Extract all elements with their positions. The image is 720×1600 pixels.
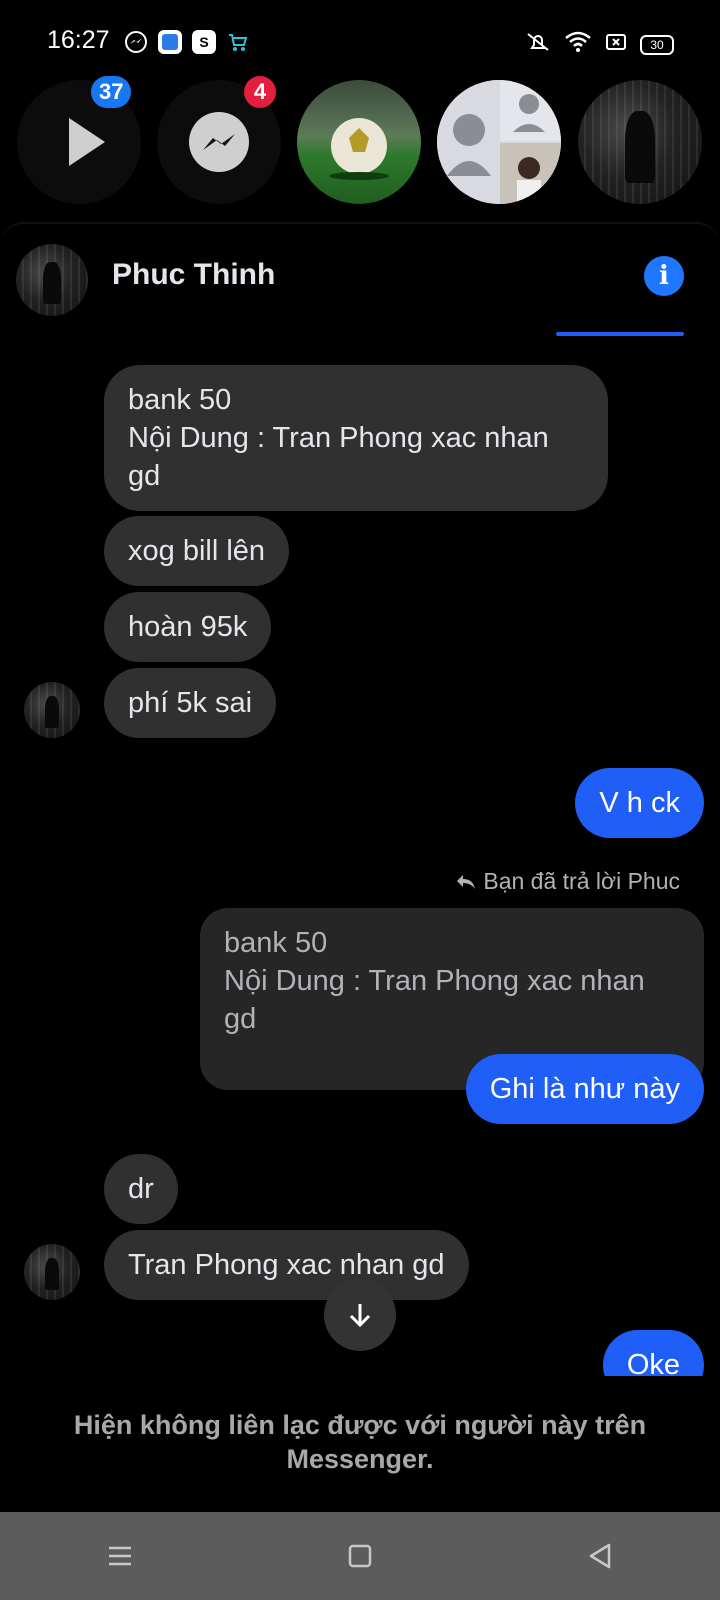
menu-icon (109, 1546, 131, 1566)
navigation-bar (0, 1512, 720, 1600)
watch-badge: 37 (91, 76, 132, 108)
arrow-down-icon (349, 1304, 371, 1328)
blue-app-icon (158, 30, 182, 54)
wifi-icon (564, 30, 592, 59)
message-outgoing[interactable]: Ghi là như này (465, 1054, 704, 1124)
message-outgoing[interactable]: V h ck (575, 768, 704, 838)
back-icon (589, 1543, 611, 1569)
contact-head[interactable] (578, 80, 702, 204)
info-icon: i (659, 261, 669, 291)
home-icon (348, 1544, 372, 1568)
menu-button[interactable] (90, 1526, 150, 1586)
football-image (329, 118, 389, 180)
group-avatar-image (437, 80, 561, 204)
message-incoming[interactable]: hoàn 95k (104, 592, 272, 662)
message-incoming[interactable]: xog bill lên (104, 516, 290, 586)
scroll-indicator (556, 332, 684, 336)
info-button[interactable]: i (644, 256, 684, 296)
sender-avatar[interactable] (24, 1244, 80, 1300)
screen-icon (604, 30, 628, 59)
notification-icons: S (124, 30, 250, 54)
battery-icon: 30 (640, 34, 674, 55)
message-incoming[interactable]: bank 50 Nội Dung : Tran Phong xac nhan g… (104, 365, 608, 511)
message-outgoing[interactable]: Oke (602, 1330, 704, 1376)
message-incoming[interactable]: Tran Phong xac nhan gd (104, 1230, 469, 1300)
contact-avatar[interactable] (16, 244, 88, 316)
status-time: 16:27 (47, 26, 110, 54)
chat-heads-row: 37 4 (0, 76, 720, 208)
contact-name[interactable]: Phuc Thinh (112, 258, 275, 292)
group-head[interactable] (437, 80, 561, 204)
messenger-badge: 4 (244, 76, 276, 108)
reply-note-text: Bạn đã trả lời Phuc (483, 868, 680, 894)
message-incoming[interactable]: phí 5k sai (104, 668, 277, 738)
reply-icon (457, 874, 476, 889)
message-incoming[interactable]: dr (104, 1154, 178, 1224)
shopee-icon: S (192, 30, 216, 54)
unreachable-notice: Hiện không liên lạc được với người này t… (73, 1410, 647, 1474)
messenger-icon (124, 30, 148, 54)
cart-app-icon (226, 30, 250, 54)
reply-note: Bạn đã trả lời Phuc (455, 868, 680, 895)
sender-avatar[interactable] (24, 682, 80, 738)
status-bar: 16:27 S 30 (0, 0, 720, 80)
silent-icon (524, 30, 552, 59)
football-head[interactable] (297, 80, 421, 204)
home-button[interactable] (330, 1526, 390, 1586)
scroll-down-button[interactable] (324, 1279, 396, 1351)
back-button[interactable] (570, 1526, 630, 1586)
system-icons: 30 (524, 30, 674, 59)
chat-header: Phuc Thinh i (0, 224, 720, 336)
